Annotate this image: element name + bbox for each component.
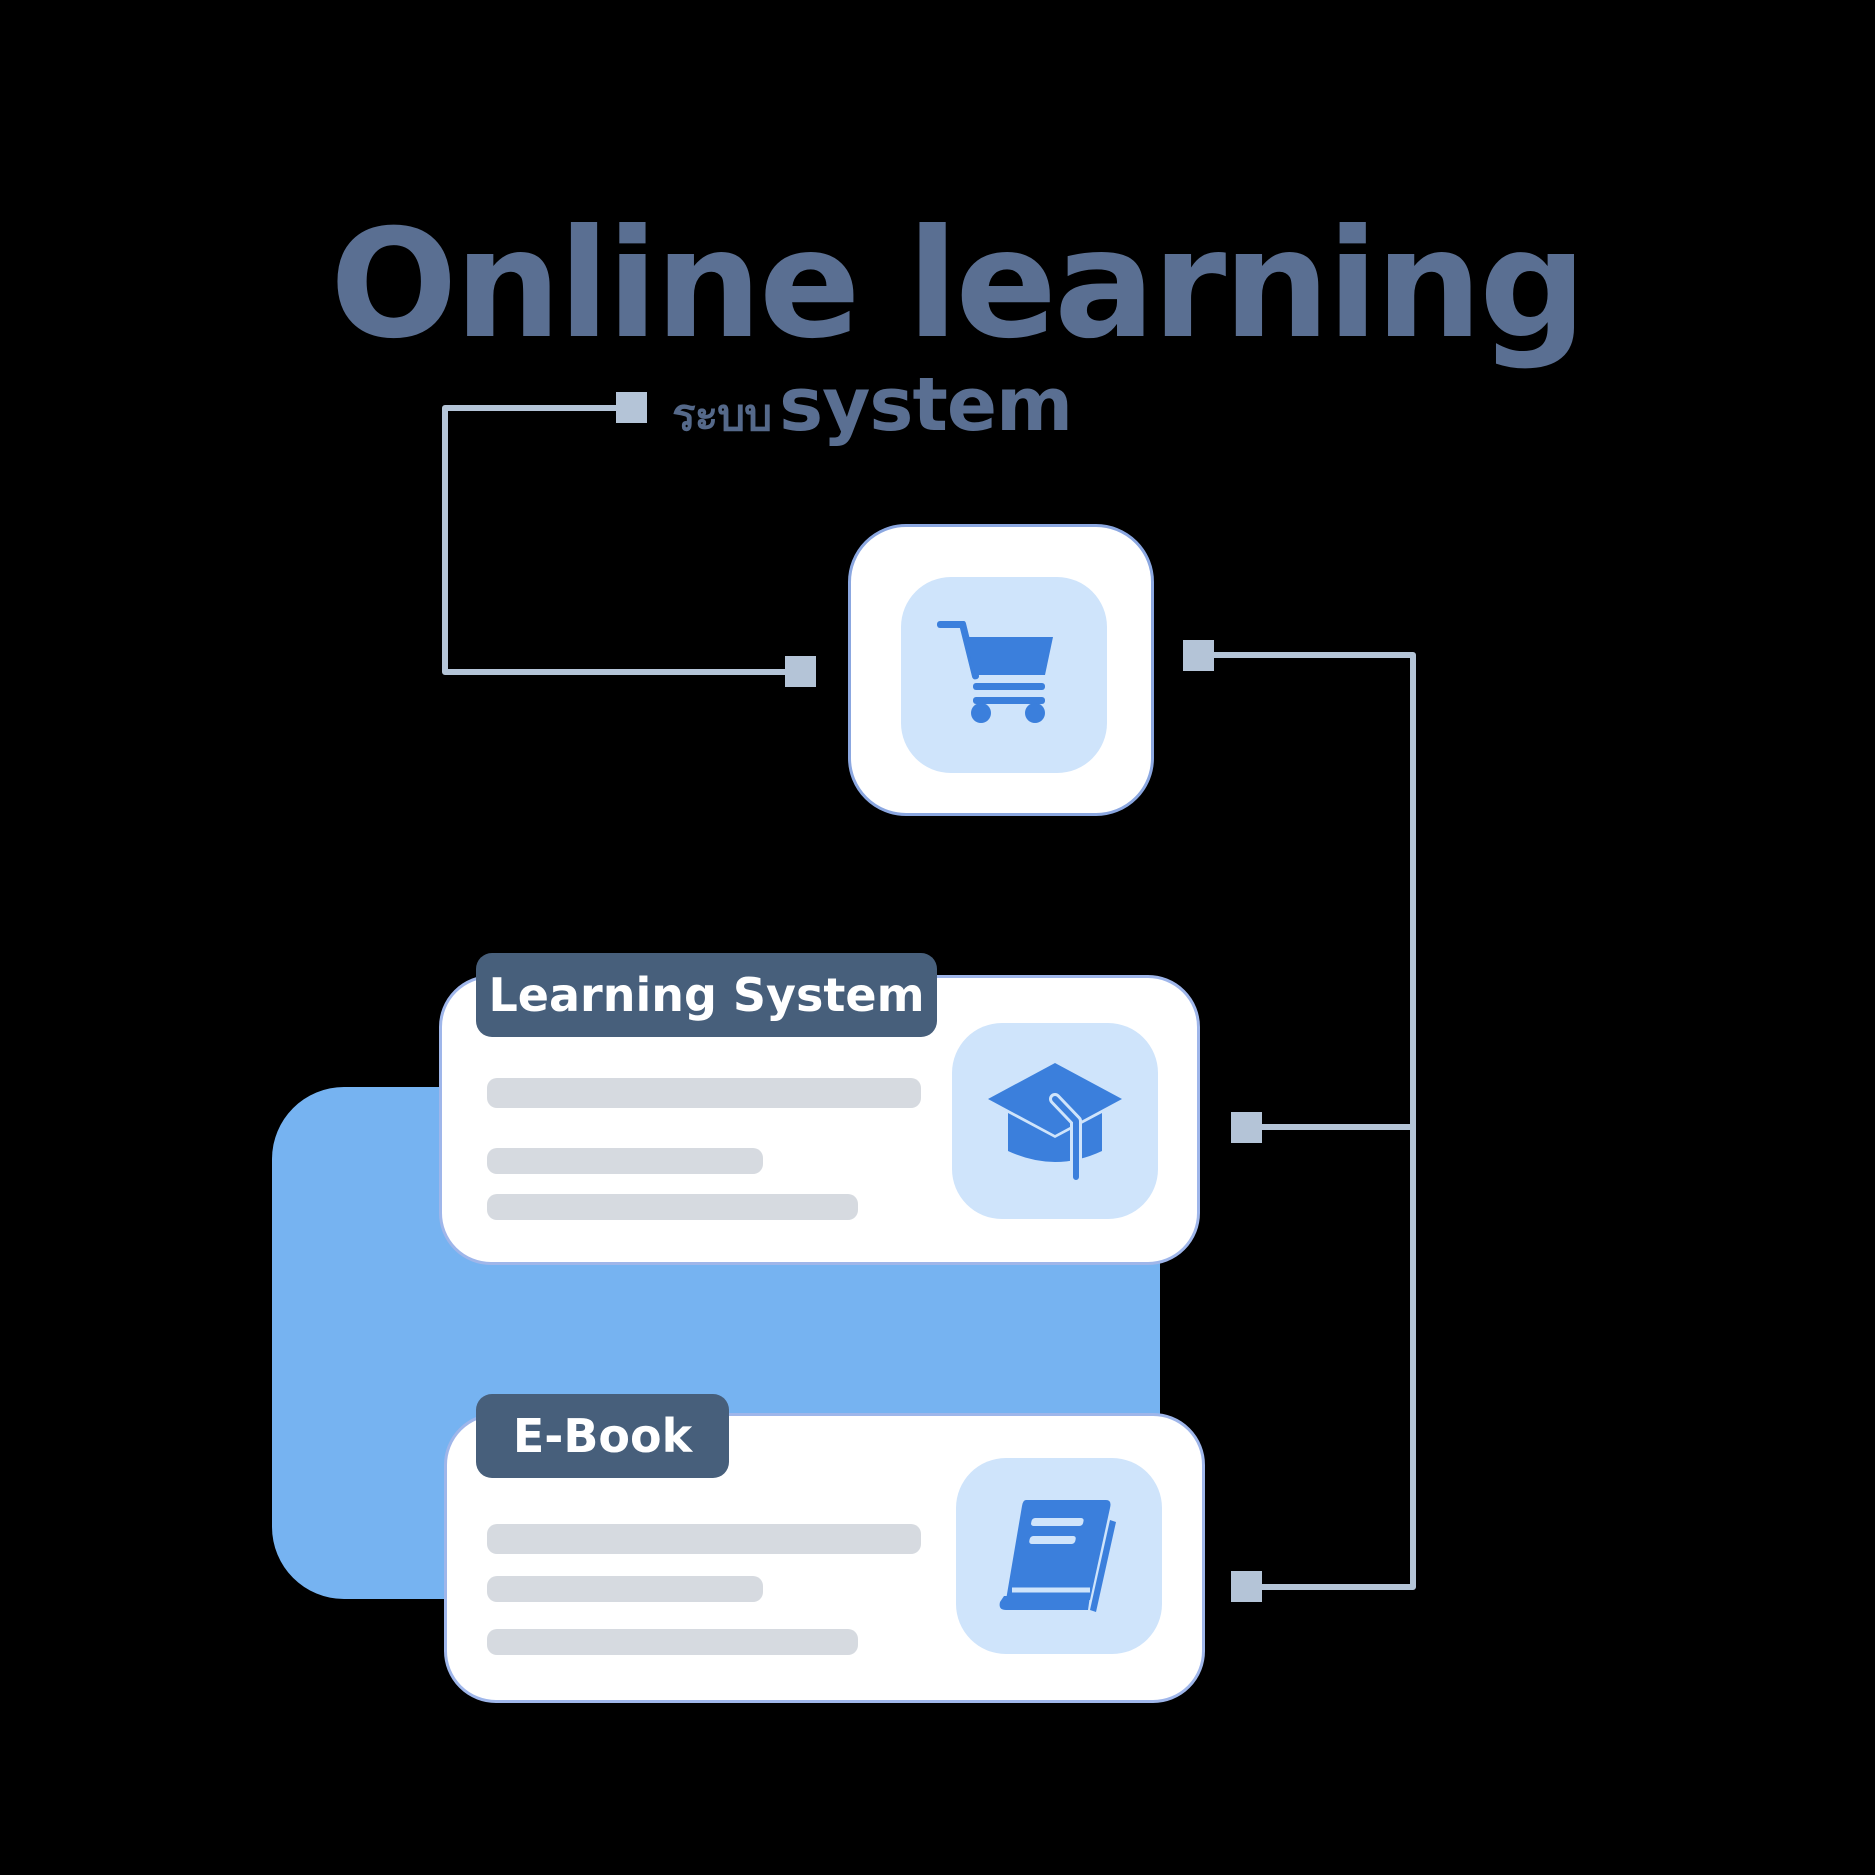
placeholder-line (487, 1629, 858, 1655)
hub-icon-tile (901, 577, 1107, 773)
graduation-cap-icon (988, 1063, 1122, 1183)
shopping-cart-icon (937, 621, 1053, 723)
connector-title-to-hub (442, 405, 800, 675)
connector-endpoint (1231, 1571, 1262, 1602)
learning-icon-tile (952, 1023, 1158, 1219)
placeholder-line (487, 1148, 763, 1174)
placeholder-line (487, 1524, 921, 1554)
hub-node[interactable] (848, 524, 1154, 816)
connector-hub-to-bus (1190, 652, 1416, 1590)
learning-system-label: Learning System (476, 953, 937, 1037)
placeholder-line (487, 1576, 763, 1602)
connector-endpoint (1183, 640, 1214, 671)
placeholder-line (487, 1194, 858, 1220)
ebook-label: E-Book (476, 1394, 729, 1478)
ebook-icon-tile (956, 1458, 1162, 1654)
connector-endpoint (785, 656, 816, 687)
connector-endpoint (1231, 1112, 1262, 1143)
connector-endpoint (616, 392, 647, 423)
placeholder-line (487, 1078, 921, 1108)
book-icon (999, 1500, 1116, 1612)
